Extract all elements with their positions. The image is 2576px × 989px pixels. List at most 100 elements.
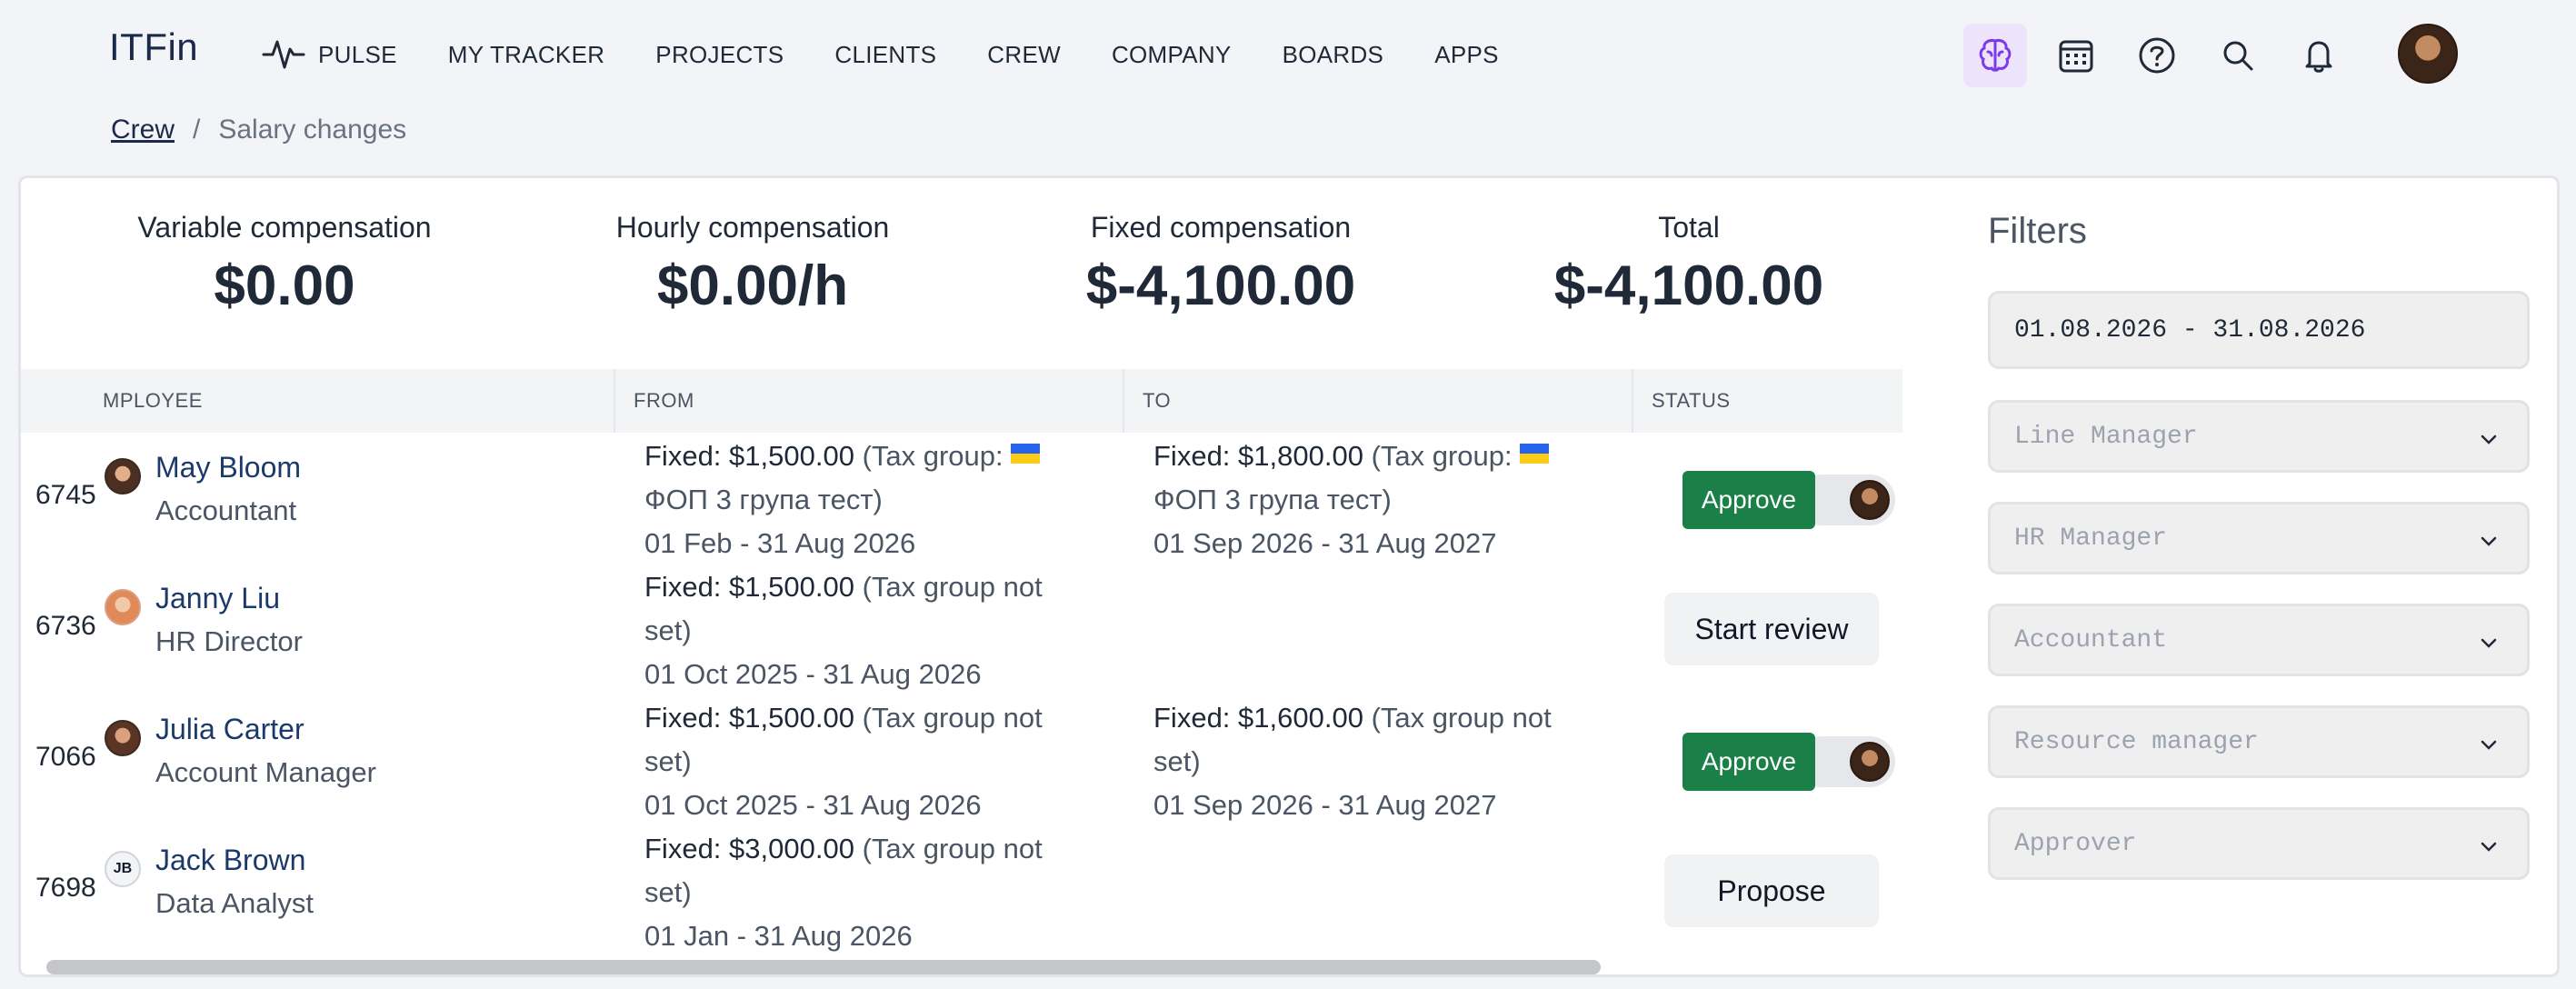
to-fixed-amount: Fixed: $1,600.00 [1153,702,1363,734]
ai-assistant-button[interactable] [1963,24,2027,87]
start-review-button[interactable]: Start review [1664,593,1879,665]
from-fixed-amount: Fixed: $1,500.00 [644,702,854,734]
to-fixed-amount: Fixed: $1,800.00 [1153,440,1363,472]
from-change: Fixed: $1,500.00 (Tax group not set) 01 … [644,696,1072,827]
avatar [105,589,141,625]
to-period: 01 Sep 2026 - 31 Aug 2027 [1153,527,1497,559]
calendar-button[interactable] [2044,24,2108,87]
nav-item-apps[interactable]: APPS [1434,41,1499,69]
user-avatar[interactable] [2398,24,2458,84]
from-period: 01 Feb - 31 Aug 2026 [644,527,916,559]
select-placeholder: Approver [2014,829,2137,858]
select-placeholder: HR Manager [2014,524,2168,553]
total-compensation: Total $-4,100.00 [1516,211,1862,318]
column-header-employee[interactable]: MPLOYEE [21,369,615,433]
total-compensation-value: $-4,100.00 [1553,255,1824,317]
column-header-to[interactable]: TO [1124,369,1633,433]
nav-item-pulse[interactable]: PULSE [262,36,397,73]
hourly-compensation-label: Hourly compensation [615,211,890,244]
table-header: MPLOYEE FROM TO STATUS [21,369,1902,433]
from-change: Fixed: $3,000.00 (Tax group not set) 01 … [644,827,1072,958]
nav-item-label: MY TRACKER [447,40,605,68]
brain-icon [1979,39,2012,72]
hourly-compensation-value: $0.00/h [656,255,849,317]
employee-role: HR Director [155,625,303,657]
top-navigation: ITFin PULSE MY TRACKER PROJECTS CLIENTS … [0,0,2576,109]
ukraine-flag-icon [1011,444,1041,464]
select-placeholder: Accountant [2014,625,2168,654]
avatar-initials: JB [105,851,141,887]
line-manager-select[interactable]: Line Manager [1988,400,2530,473]
table-row: 7698 JB Jack Brown Data Analyst Fixed: $… [21,825,1902,956]
chevron-down-icon [2481,842,2497,852]
app-logo[interactable]: ITFin [109,25,198,69]
calendar-icon [2059,40,2093,73]
nav-item-company[interactable]: COMPANY [1112,41,1232,69]
variable-compensation: Variable compensation $0.00 [112,211,457,318]
nav-item-crew[interactable]: CREW [987,41,1061,69]
salary-changes-card: Variable compensation $0.00 Hourly compe… [18,175,2560,977]
approver-select[interactable]: Approver [1988,807,2530,880]
pulse-icon [262,40,305,69]
from-period: 01 Oct 2025 - 31 Aug 2026 [644,658,982,690]
horizontal-scrollbar-thumb[interactable] [46,960,1601,974]
employee-name-link[interactable]: May Bloom [155,451,301,485]
from-tax-group-name: ФОП 3 група тест) [644,484,883,515]
nav-item-label: PULSE [318,40,397,68]
breadcrumb-crew-link[interactable]: Crew [111,115,175,145]
from-fixed-amount: Fixed: $1,500.00 [644,571,854,603]
approve-button[interactable]: Approve [1682,471,1815,529]
fixed-compensation-label: Fixed compensation [1090,211,1352,244]
from-tax-group: (Tax group: [854,440,1012,472]
from-change: Fixed: $1,500.00 (Tax group not set) 01 … [644,565,1072,696]
to-change: Fixed: $1,800.00 (Tax group: ФОП 3 група… [1153,435,1581,565]
from-fixed-amount: Fixed: $3,000.00 [644,833,854,864]
fixed-compensation: Fixed compensation $-4,100.00 [1048,211,1393,318]
hr-manager-select[interactable]: HR Manager [1988,502,2530,574]
chevron-down-icon [2481,740,2497,750]
total-compensation-label: Total [1658,211,1720,244]
table-row: 6736 Janny Liu HR Director Fixed: $1,500… [21,564,1902,694]
employee-id: 6745 [35,480,96,510]
table-row: 6745 May Bloom Accountant Fixed: $1,500.… [21,433,1902,564]
bell-icon [2305,41,2332,73]
employee-id: 7066 [35,742,96,772]
employee-name-link[interactable]: Janny Liu [155,582,280,615]
search-button[interactable] [2206,24,2270,87]
nav-item-my-tracker[interactable]: MY TRACKER [448,41,605,69]
notifications-button[interactable] [2287,24,2351,87]
select-placeholder: Line Manager [2014,422,2198,451]
breadcrumb: Crew / Salary changes [111,115,406,145]
nav-item-boards[interactable]: BOARDS [1283,41,1384,69]
nav-icon-group [1963,24,2368,87]
avatar [105,720,141,756]
approver-avatar [1850,742,1890,782]
employee-role: Account Manager [155,756,376,788]
variable-compensation-label: Variable compensation [137,211,432,244]
variable-compensation-value: $0.00 [214,255,355,317]
from-change: Fixed: $1,500.00 (Tax group: ФОП 3 група… [644,435,1072,565]
main-nav: PULSE MY TRACKER PROJECTS CLIENTS CREW C… [262,36,1550,73]
to-period: 01 Sep 2026 - 31 Aug 2027 [1153,789,1497,821]
from-period: 01 Jan - 31 Aug 2026 [644,920,913,952]
employee-name-link[interactable]: Julia Carter [155,713,305,746]
help-button[interactable] [2125,24,2189,87]
to-tax-group: (Tax group: [1363,440,1521,472]
breadcrumb-separator: / [193,115,201,145]
approver-avatar [1850,480,1890,520]
breadcrumb-current: Salary changes [218,115,407,145]
from-fixed-amount: Fixed: $1,500.00 [644,440,854,472]
column-header-status[interactable]: STATUS [1633,369,1902,433]
resource-manager-select[interactable]: Resource manager [1988,705,2530,778]
column-header-from[interactable]: FROM [615,369,1124,433]
nav-item-projects[interactable]: PROJECTS [655,41,784,69]
ukraine-flag-icon [1520,444,1550,464]
propose-button[interactable]: Propose [1664,854,1879,927]
approve-button[interactable]: Approve [1682,733,1815,791]
accountant-select[interactable]: Accountant [1988,604,2530,676]
nav-item-clients[interactable]: CLIENTS [834,41,936,69]
employee-name-link[interactable]: Jack Brown [155,844,305,877]
avatar [105,458,141,494]
nav-item-label: PROJECTS [655,40,784,68]
date-range-filter[interactable]: 01.08.2026 - 31.08.2026 [1988,291,2530,369]
